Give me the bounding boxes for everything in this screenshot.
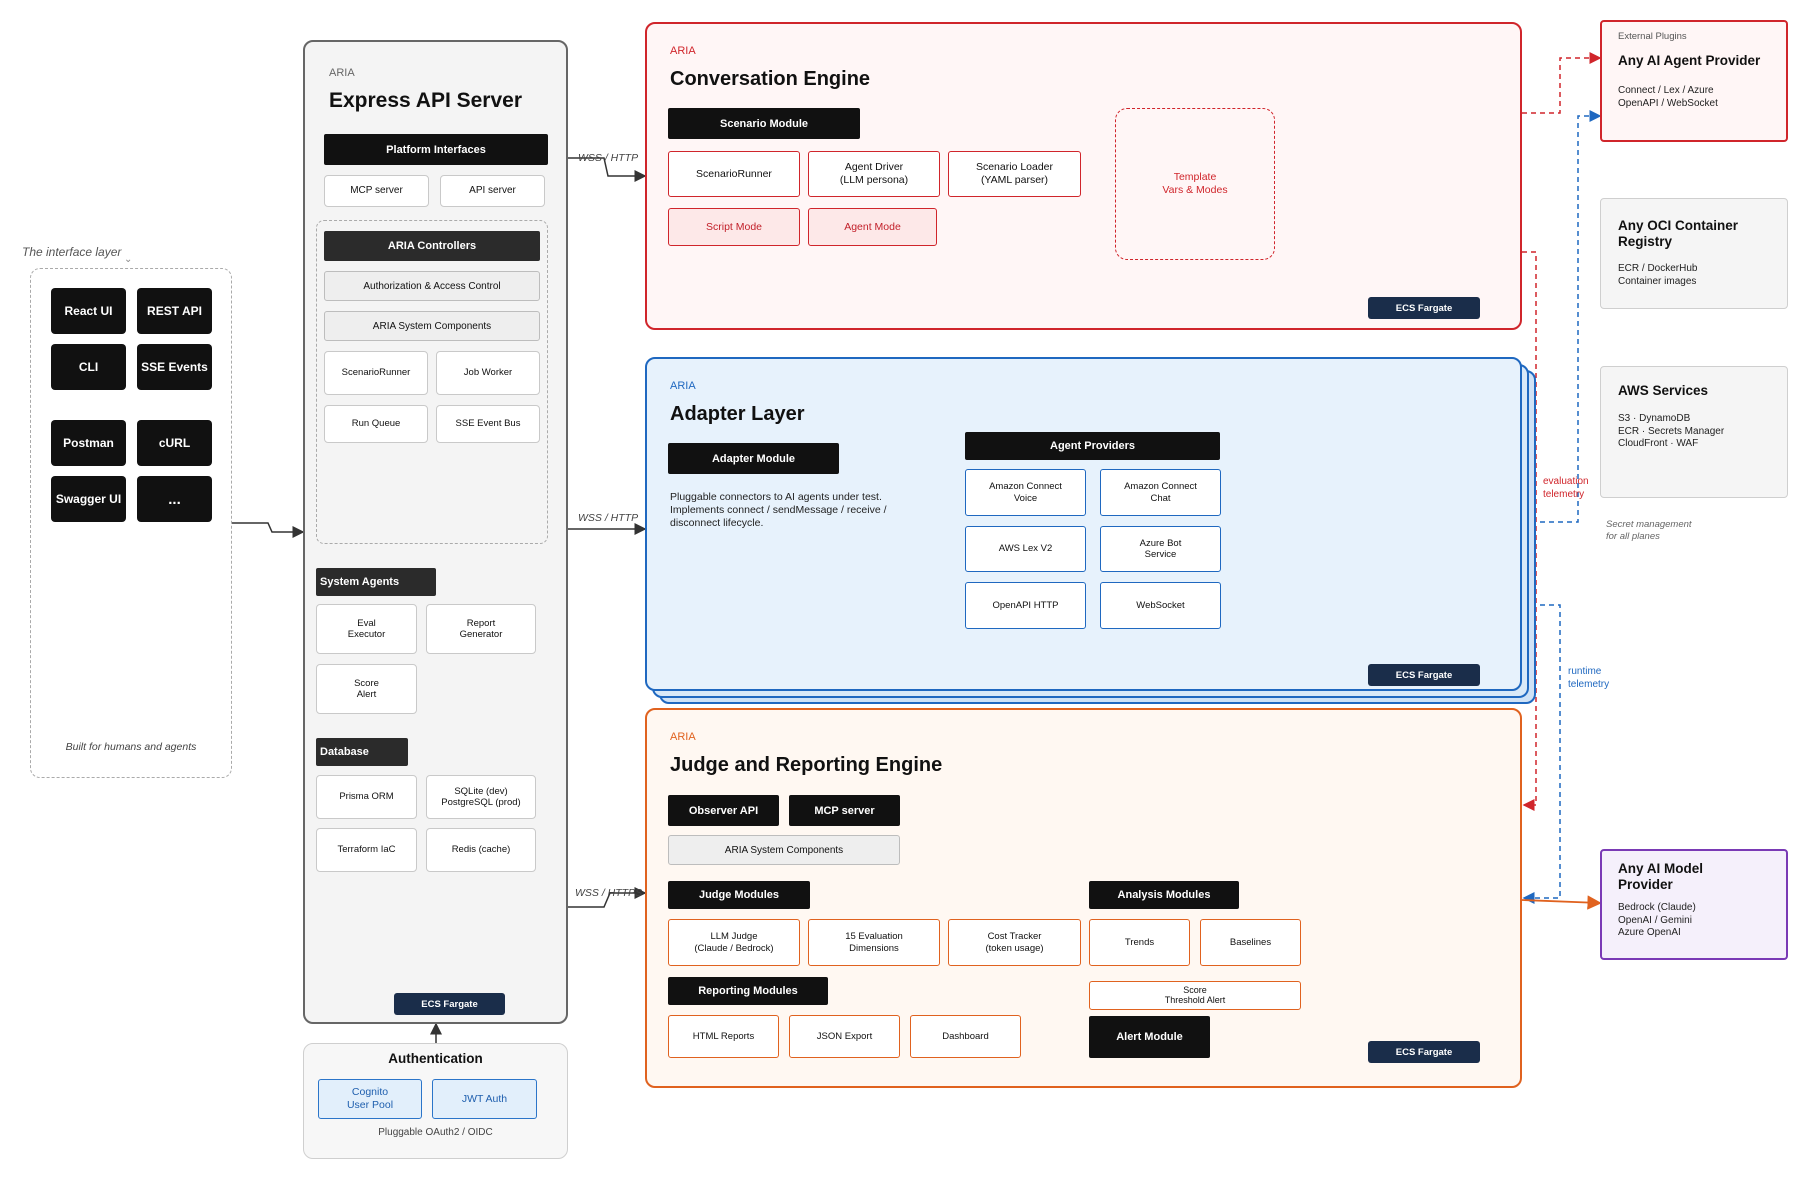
conversation-tag: ARIA xyxy=(670,45,696,57)
interface-layer-footer: Built for humans and agents xyxy=(65,741,197,753)
aria-controllers-header: ARIA Controllers xyxy=(324,231,540,261)
ai-model-provider-title: Any AI Model Provider xyxy=(1618,861,1704,893)
judge-to-model-line xyxy=(1521,895,1602,910)
oci-registry-panel xyxy=(1600,198,1788,309)
aws-services-sub: S3 · DynamoDB ECR · Secrets Manager Clou… xyxy=(1618,413,1725,449)
mcp-server-box: MCP server xyxy=(324,175,429,207)
alert-module-header: Alert Module xyxy=(1089,1016,1210,1058)
interface-to-express-line xyxy=(232,522,305,538)
dashboard-box: Dashboard xyxy=(910,1015,1021,1058)
adapter-title: Adapter Layer xyxy=(670,403,805,425)
database-header: Database xyxy=(316,738,408,766)
prisma-orm-box: Prisma ORM xyxy=(316,775,417,819)
score-threshold-alert-box: Score Threshold Alert xyxy=(1089,981,1301,1010)
provider-amazon-connect-chat: Amazon Connect Chat xyxy=(1100,469,1221,516)
adapter-ecs-fargate-badge: ECS Fargate xyxy=(1368,664,1480,686)
job-worker-box: Job Worker xyxy=(436,351,540,395)
eval-executor-box: Eval Executor xyxy=(316,604,417,654)
aria-system-components-box: ARIA System Components xyxy=(324,311,540,341)
report-generator-box: Report Generator xyxy=(426,604,536,654)
express-ecs-fargate-badge: ECS Fargate xyxy=(394,993,505,1015)
observer-api-header: Observer API xyxy=(668,795,779,826)
redis-cache-box: Redis (cache) xyxy=(426,828,536,872)
provider-openapi-http: OpenAPI HTTP xyxy=(965,582,1086,629)
sse-event-bus-box: SSE Event Bus xyxy=(436,405,540,443)
adapter-tag: ARIA xyxy=(670,380,696,392)
system-agents-header: System Agents xyxy=(316,568,436,596)
connector-label-conversation: WSS / HTTP xyxy=(578,152,639,164)
scenario-runner-conv-box: ScenarioRunner xyxy=(668,151,800,197)
cost-tracker-box: Cost Tracker (token usage) xyxy=(948,919,1081,966)
score-alert-box: Score Alert xyxy=(316,664,417,714)
adapter-module-header: Adapter Module xyxy=(668,443,839,474)
judge-modules-header: Judge Modules xyxy=(668,881,810,909)
platform-interfaces-header: Platform Interfaces xyxy=(324,134,548,165)
baselines-box: Baselines xyxy=(1200,919,1301,966)
more-button[interactable]: ... xyxy=(137,476,212,522)
html-reports-box: HTML Reports xyxy=(668,1015,779,1058)
evaluation-dimensions-box: 15 Evaluation Dimensions xyxy=(808,919,940,966)
agent-mode-box: Agent Mode xyxy=(808,208,937,246)
express-tag: ARIA xyxy=(329,67,355,79)
cli-button[interactable]: CLI xyxy=(51,344,126,390)
scenario-runner-box: ScenarioRunner xyxy=(324,351,428,395)
runtime-telemetry-label: runtime telemetry xyxy=(1568,666,1610,690)
run-queue-box: Run Queue xyxy=(324,405,428,443)
any-ai-agent-provider-title: Any AI Agent Provider xyxy=(1618,53,1761,68)
llm-judge-box: LLM Judge (Claude / Bedrock) xyxy=(668,919,800,966)
json-export-box: JSON Export xyxy=(789,1015,900,1058)
judge-title: Judge and Reporting Engine xyxy=(670,754,943,776)
express-title: Express API Server xyxy=(329,89,523,112)
provider-azure-bot-service: Azure Bot Service xyxy=(1100,526,1221,572)
conversation-title: Conversation Engine xyxy=(670,68,871,90)
judge-system-components-box: ARIA System Components xyxy=(668,835,900,865)
template-vars-modes-box: Template Vars & Modes xyxy=(1115,108,1275,260)
oci-registry-sub: ECR / DockerHub Container images xyxy=(1618,263,1698,287)
interface-layer-chevron-icon: ⌄ xyxy=(124,254,133,265)
jwt-auth-box: JWT Auth xyxy=(432,1079,537,1119)
agent-driver-box: Agent Driver (LLM persona) xyxy=(808,151,940,197)
reporting-modules-header: Reporting Modules xyxy=(668,977,828,1005)
script-mode-box: Script Mode xyxy=(668,208,800,246)
secret-management-note: Secret management for all planes xyxy=(1606,519,1692,542)
judge-tag: ARIA xyxy=(670,731,696,743)
terraform-iac-box: Terraform IaC xyxy=(316,828,417,872)
agent-providers-header: Agent Providers xyxy=(965,432,1220,460)
postman-button[interactable]: Postman xyxy=(51,420,126,466)
swagger-ui-button[interactable]: Swagger UI xyxy=(51,476,126,522)
react-ui-button[interactable]: React UI xyxy=(51,288,126,334)
rest-api-button[interactable]: REST API xyxy=(137,288,212,334)
external-plugins-tag: External Plugins xyxy=(1618,31,1687,42)
connector-label-judge: WSS / HTTPS xyxy=(575,887,643,899)
scenario-loader-box: Scenario Loader (YAML parser) xyxy=(948,151,1081,197)
provider-websocket: WebSocket xyxy=(1100,582,1221,629)
authentication-footer: Pluggable OAuth2 / OIDC xyxy=(378,1127,493,1138)
analysis-modules-header: Analysis Modules xyxy=(1089,881,1239,909)
trends-box: Trends xyxy=(1089,919,1190,966)
scenario-module-header: Scenario Module xyxy=(668,108,860,139)
ai-model-provider-sub: Bedrock (Claude) OpenAI / Gemini Azure O… xyxy=(1618,902,1696,938)
oci-registry-title: Any OCI Container Registry xyxy=(1618,218,1739,250)
cognito-user-pool-box: Cognito User Pool xyxy=(318,1079,422,1119)
authentication-title: Authentication xyxy=(388,1051,483,1066)
sqlite-postgres-box: SQLite (dev) PostgreSQL (prod) xyxy=(426,775,536,819)
conversation-to-plugins-line xyxy=(1522,52,1602,114)
any-ai-agent-provider-sub: Connect / Lex / Azure OpenAPI / WebSocke… xyxy=(1618,85,1718,109)
api-server-box: API server xyxy=(440,175,545,207)
provider-amazon-connect-voice: Amazon Connect Voice xyxy=(965,469,1086,516)
interface-layer-label: The interface layer xyxy=(22,245,122,259)
conversation-ecs-fargate-badge: ECS Fargate xyxy=(1368,297,1480,319)
adapter-description: Pluggable connectors to AI agents under … xyxy=(670,491,887,530)
connector-label-adapter: WSS / HTTP xyxy=(578,512,639,524)
mcp-server-judge-header: MCP server xyxy=(789,795,900,826)
sse-events-button[interactable]: SSE Events xyxy=(137,344,212,390)
provider-aws-lex-v2: AWS Lex V2 xyxy=(965,526,1086,572)
authorization-access-control-box: Authorization & Access Control xyxy=(324,271,540,301)
curl-button[interactable]: cURL xyxy=(137,420,212,466)
aws-services-title: AWS Services xyxy=(1618,383,1709,398)
evaluation-telemetry-label: evaluation telemetry xyxy=(1543,476,1589,500)
judge-ecs-fargate-badge: ECS Fargate xyxy=(1368,1041,1480,1063)
